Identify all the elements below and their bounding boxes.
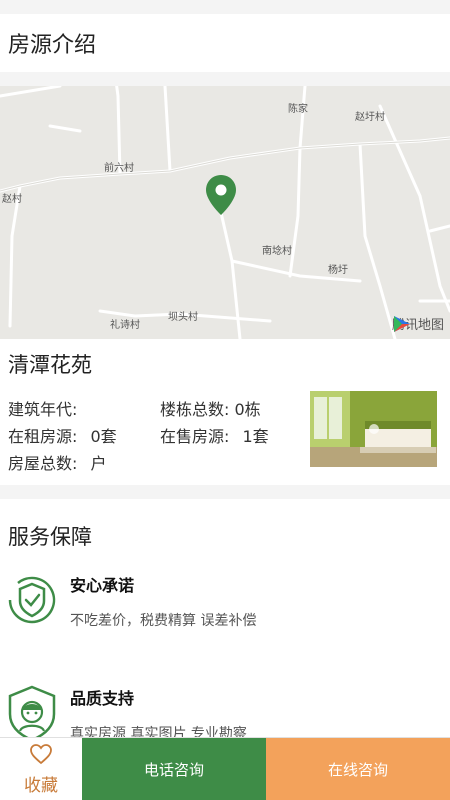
map-label: 坝头村 <box>168 312 198 323</box>
map-label: 礼诗村 <box>110 320 140 331</box>
bottom-action-bar: 收藏 电话咨询 在线咨询 <box>0 737 450 800</box>
sale-label: 在售房源: <box>160 427 230 446</box>
service-title: 服务保障 <box>8 525 92 549</box>
map-label: 前六村 <box>104 163 134 174</box>
page-title: 房源介绍 <box>0 14 450 72</box>
buildings-row: 楼栋总数: 0栋 <box>160 396 261 420</box>
rent-label: 在租房源: <box>8 427 78 446</box>
service-item-title: 安心承诺 <box>70 576 135 595</box>
service-item: 安心承诺 不吃差价，税费精算 误差补偿 <box>0 572 450 642</box>
shield-person-icon <box>8 685 56 741</box>
location-map[interactable]: 陈家 赵圩村 前六村 赵村 南埝村 杨圩 礼诗村 坝头村 腾讯地图 <box>0 86 450 339</box>
heart-icon <box>30 743 52 764</box>
service-section: 服务保障 安心承诺 不吃差价，税费精算 误差补偿 品质支持 真实房源 真实图片 … <box>0 499 450 745</box>
map-label: 赵村 <box>2 194 22 205</box>
section-gap <box>0 72 450 86</box>
community-name: 清潭花苑 <box>8 353 92 377</box>
favorite-label: 收藏 <box>24 775 58 796</box>
map-label: 南埝村 <box>262 246 292 257</box>
map-label: 陈家 <box>288 104 308 115</box>
top-spacer <box>0 0 450 14</box>
households-row: 房屋总数: 户 <box>8 450 107 474</box>
section-gap <box>0 485 450 499</box>
build-year-row: 建筑年代: <box>8 396 77 420</box>
sale-value: 1套 <box>242 427 269 446</box>
location-pin-icon <box>206 175 236 215</box>
map-label: 赵圩村 <box>355 112 385 123</box>
buildings-value: 0栋 <box>234 400 261 419</box>
community-info: 清潭花苑 建筑年代: 楼栋总数: 0栋 在租房源: 0套 在售房源: 1套 房屋… <box>0 339 450 485</box>
service-item-title: 品质支持 <box>70 689 135 708</box>
shield-check-icon <box>8 576 56 624</box>
community-photo[interactable] <box>310 391 437 467</box>
sale-row: 在售房源: 1套 <box>160 423 269 447</box>
map-logo: 腾讯地图 <box>392 314 444 333</box>
favorite-button[interactable]: 收藏 <box>0 738 82 800</box>
rent-value: 0套 <box>90 427 117 446</box>
service-item-desc: 不吃差价，税费精算 误差补偿 <box>70 613 257 629</box>
tencent-map-icon <box>393 316 410 332</box>
rent-row: 在租房源: 0套 <box>8 423 117 447</box>
households-label: 房屋总数: <box>8 454 78 473</box>
online-consult-button[interactable]: 在线咨询 <box>266 738 450 800</box>
build-year-label: 建筑年代: <box>8 400 78 419</box>
buildings-label: 楼栋总数: <box>160 400 230 419</box>
households-value: 户 <box>90 454 107 473</box>
map-label: 杨圩 <box>328 265 348 276</box>
phone-consult-button[interactable]: 电话咨询 <box>82 738 266 800</box>
bedroom-photo-image <box>310 391 437 467</box>
